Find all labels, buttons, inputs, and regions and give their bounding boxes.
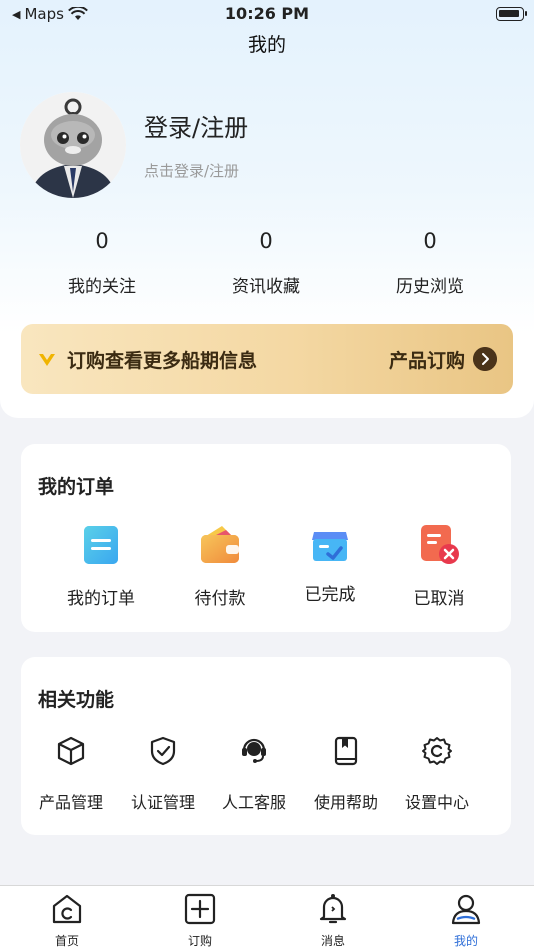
home-icon	[52, 894, 82, 924]
product-management[interactable]: 产品管理	[25, 735, 117, 813]
robot-avatar-icon	[20, 92, 126, 198]
certification-management[interactable]: 认证管理	[117, 735, 209, 813]
stat-label: 历史浏览	[396, 277, 464, 297]
stat-following[interactable]: 0 我的关注	[22, 226, 182, 297]
settings-center-label: 设置中心	[404, 793, 469, 812]
user-icon	[451, 894, 481, 925]
orders-card-title: 我的订单	[38, 476, 115, 498]
order-completed[interactable]: 已完成	[275, 522, 385, 605]
stat-label: 我的关注	[68, 277, 136, 297]
subscribe-banner[interactable]: 订购查看更多船期信息 产品订购	[21, 324, 513, 394]
order-all[interactable]: 我的订单	[46, 522, 156, 609]
stat-history[interactable]: 0 历史浏览	[350, 226, 510, 297]
order-cancelled[interactable]: 已取消	[384, 522, 494, 609]
order-pending-payment-label: 待付款	[194, 589, 246, 609]
cube-icon	[57, 736, 85, 766]
tab-messages[interactable]: 消息	[288, 892, 378, 949]
page-title: 我的	[247, 34, 286, 56]
stat-favorites[interactable]: 0 资讯收藏	[186, 226, 346, 297]
order-completed-label: 已完成	[304, 585, 356, 605]
order-list-icon	[84, 526, 118, 564]
stat-value: 0	[95, 229, 109, 253]
product-management-label: 产品管理	[38, 793, 103, 812]
gear-icon	[422, 737, 452, 765]
battery-icon	[496, 7, 527, 21]
subscribe-banner-text: 订购查看更多船期信息	[67, 350, 258, 372]
order-pending-payment[interactable]: 待付款	[165, 522, 275, 609]
vip-check-icon	[39, 354, 55, 366]
shield-check-icon	[150, 736, 176, 766]
login-register-subtitle[interactable]: 点击登录/注册	[144, 160, 239, 181]
help-center-label: 使用帮助	[313, 793, 378, 812]
settings-center[interactable]: 设置中心	[391, 735, 483, 813]
order-all-label: 我的订单	[67, 589, 135, 609]
plus-square-icon	[184, 893, 216, 925]
headset-icon	[242, 738, 266, 763]
order-cancelled-label: 已取消	[413, 589, 465, 609]
completed-box-icon	[312, 532, 348, 561]
customer-service[interactable]: 人工客服	[208, 735, 300, 813]
customer-service-label: 人工客服	[221, 793, 286, 812]
functions-card: 相关功能 产品管理 认证管理 人工客服 使用帮助 设置中心	[21, 657, 511, 835]
tab-subscribe[interactable]: 订购	[155, 892, 245, 949]
tab-subscribe-label: 订购	[187, 934, 212, 948]
book-icon	[334, 736, 358, 766]
wallet-icon	[201, 526, 239, 563]
product-subscribe-link[interactable]: 产品订购	[389, 346, 465, 373]
stat-label: 资讯收藏	[232, 277, 300, 297]
help-center[interactable]: 使用帮助	[300, 735, 392, 813]
tab-mine-label: 我的	[453, 934, 478, 948]
bottom-tab-bar: 首页 订购 消息 我的	[0, 885, 534, 950]
status-time: 10:26 PM	[224, 4, 310, 23]
tab-home-label: 首页	[54, 934, 79, 948]
stat-value: 0	[423, 229, 437, 253]
functions-card-title: 相关功能	[38, 689, 115, 711]
tab-home[interactable]: 首页	[22, 892, 112, 949]
orders-card: 我的订单 我的订单 待付款 已完成 已取消	[21, 444, 511, 632]
avatar[interactable]	[20, 92, 126, 198]
login-register-title[interactable]: 登录/注册	[144, 108, 248, 143]
status-bar: ◀ Maps 10:26 PM	[0, 0, 534, 28]
tab-messages-label: 消息	[320, 934, 345, 948]
cancelled-doc-icon	[421, 525, 459, 564]
bell-icon	[319, 894, 347, 924]
stat-value: 0	[259, 229, 273, 253]
chevron-right-icon[interactable]	[473, 347, 497, 371]
certification-management-label: 认证管理	[130, 793, 195, 812]
tab-mine[interactable]: 我的	[421, 892, 511, 949]
